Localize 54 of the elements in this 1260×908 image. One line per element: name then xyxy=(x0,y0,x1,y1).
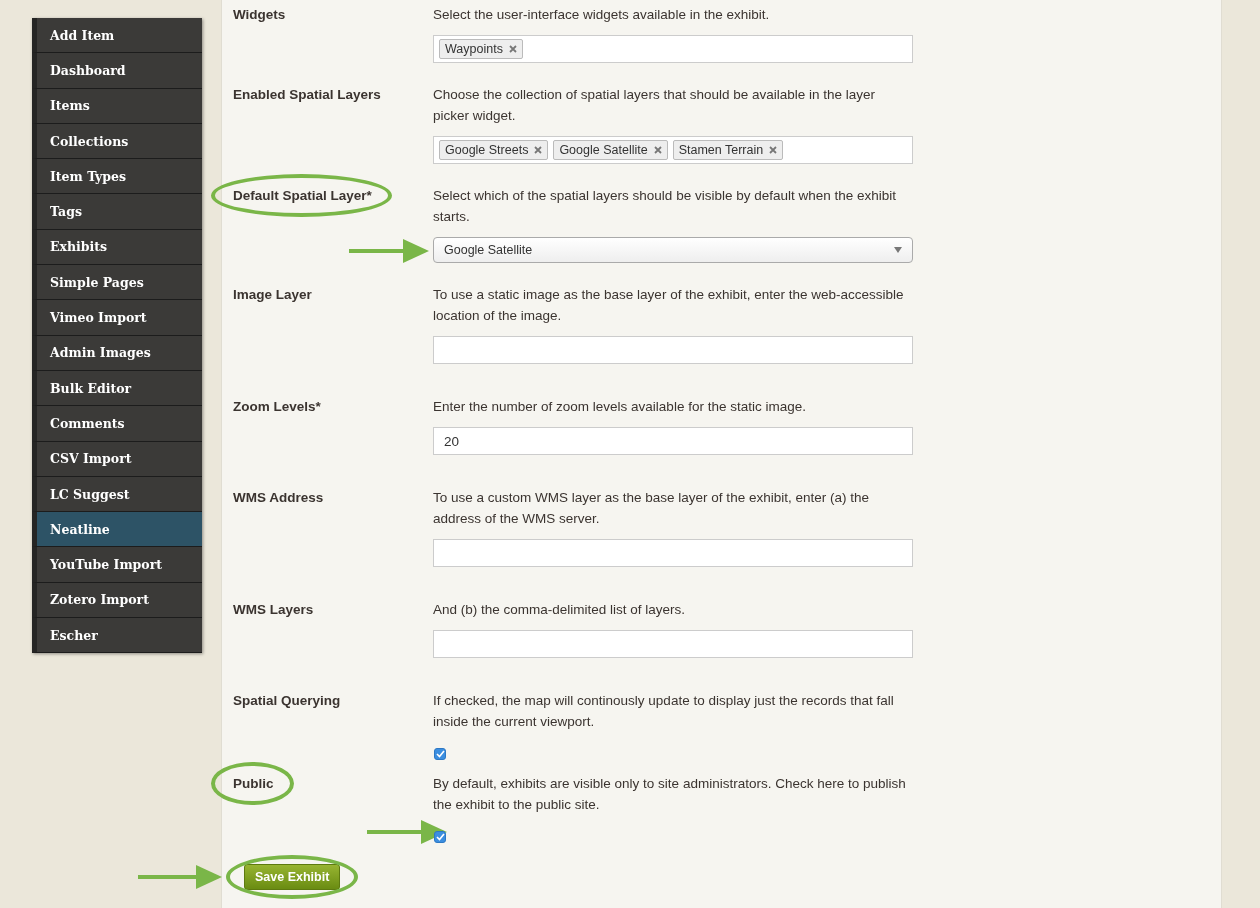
sidebar-item[interactable]: Vimeo Import xyxy=(32,300,202,336)
sidebar-item[interactable]: LC Suggest xyxy=(32,476,202,513)
field-description: Enter the number of zoom levels available for the static image. xyxy=(433,398,807,416)
tag-input-field[interactable]: Waypoints xyxy=(433,35,913,63)
field-description: Select the user-interface widgets available in the exhibit. xyxy=(433,6,771,24)
tag-input-field[interactable]: Google Streets Google Satellite Stamen Terrain xyxy=(433,136,913,164)
field-label: WMS Address xyxy=(233,489,324,507)
remove-icon[interactable] xyxy=(769,146,778,154)
sidebar-item[interactable]: CSV Import xyxy=(32,441,202,477)
sidebar-item[interactable]: Tags xyxy=(32,194,202,230)
sidebar-item[interactable]: Add Item xyxy=(32,18,202,54)
sidebar-item[interactable]: Exhibits xyxy=(32,229,202,266)
field-label: Enabled Spatial Layers xyxy=(233,86,381,104)
sidebar-item[interactable]: Escher xyxy=(32,618,202,654)
caret-icon xyxy=(894,247,902,253)
field-label: Zoom Levels* xyxy=(233,398,321,416)
remove-icon[interactable] xyxy=(653,146,662,154)
field-label: Image Layer xyxy=(233,286,312,304)
layer-dropdown[interactable]: Google Satellite xyxy=(433,237,913,263)
sidebar-item[interactable]: Bulk Editor xyxy=(32,370,202,407)
sidebar-item[interactable]: Admin Images xyxy=(32,335,202,371)
sidebar-item[interactable]: YouTube Import xyxy=(32,547,202,583)
field-label: Widgets xyxy=(233,6,286,24)
tag-label: Google Streets xyxy=(445,143,529,157)
tag-label: Waypoints xyxy=(445,42,503,56)
sidebar-item[interactable]: Collections xyxy=(32,123,202,160)
field-description: Select which of the spatial layers should be visible by default when the exhibit starts. xyxy=(433,187,898,226)
field-label: Default Spatial Layer* xyxy=(233,187,372,205)
remove-icon[interactable] xyxy=(508,45,517,53)
text-input-field[interactable] xyxy=(433,630,913,658)
field-description: To use a static image as the base layer of the exhibit, enter the web-accessible location of the image. xyxy=(433,286,905,325)
checkbox[interactable] xyxy=(434,748,446,760)
tag-label: Stamen Terrain xyxy=(678,143,764,157)
sidebar-item[interactable]: Zotero Import xyxy=(32,582,202,619)
checkbox[interactable] xyxy=(434,831,446,843)
field-description: And (b) the comma-delimited list of layers. xyxy=(433,601,687,619)
sidebar-item[interactable]: Items xyxy=(32,88,202,124)
field-label: Public xyxy=(233,775,274,793)
field-description: By default, exhibits are visible only to site administrators. Check here to publish the exhibit to the public site. xyxy=(433,775,907,814)
sidebar-item[interactable]: Item Types xyxy=(32,159,202,195)
tag-label: Google Satellite xyxy=(559,143,648,157)
field-label: WMS Layers xyxy=(233,601,314,619)
sidebar-item[interactable]: Simple Pages xyxy=(32,265,202,301)
text-input-field[interactable] xyxy=(433,539,913,567)
field-description: To use a custom WMS layer as the base layer of the exhibit, enter (a) the address of the WMS server. xyxy=(433,489,870,528)
field-label: Spatial Querying xyxy=(233,692,341,710)
field-description: If checked, the map will continously update to display just the records that fall inside the current viewport. xyxy=(433,692,895,731)
sidebar-item[interactable]: Comments xyxy=(32,406,202,442)
remove-icon[interactable] xyxy=(534,146,543,154)
text-input-field[interactable] xyxy=(433,336,913,364)
text-input-field[interactable]: 20 xyxy=(433,427,913,455)
sidebar-item[interactable]: Neatline xyxy=(32,512,202,548)
sidebar-item[interactable]: Dashboard xyxy=(32,53,202,89)
field-description: Choose the collection of spatial layers that should be available in the layer picker widget. xyxy=(433,86,877,125)
